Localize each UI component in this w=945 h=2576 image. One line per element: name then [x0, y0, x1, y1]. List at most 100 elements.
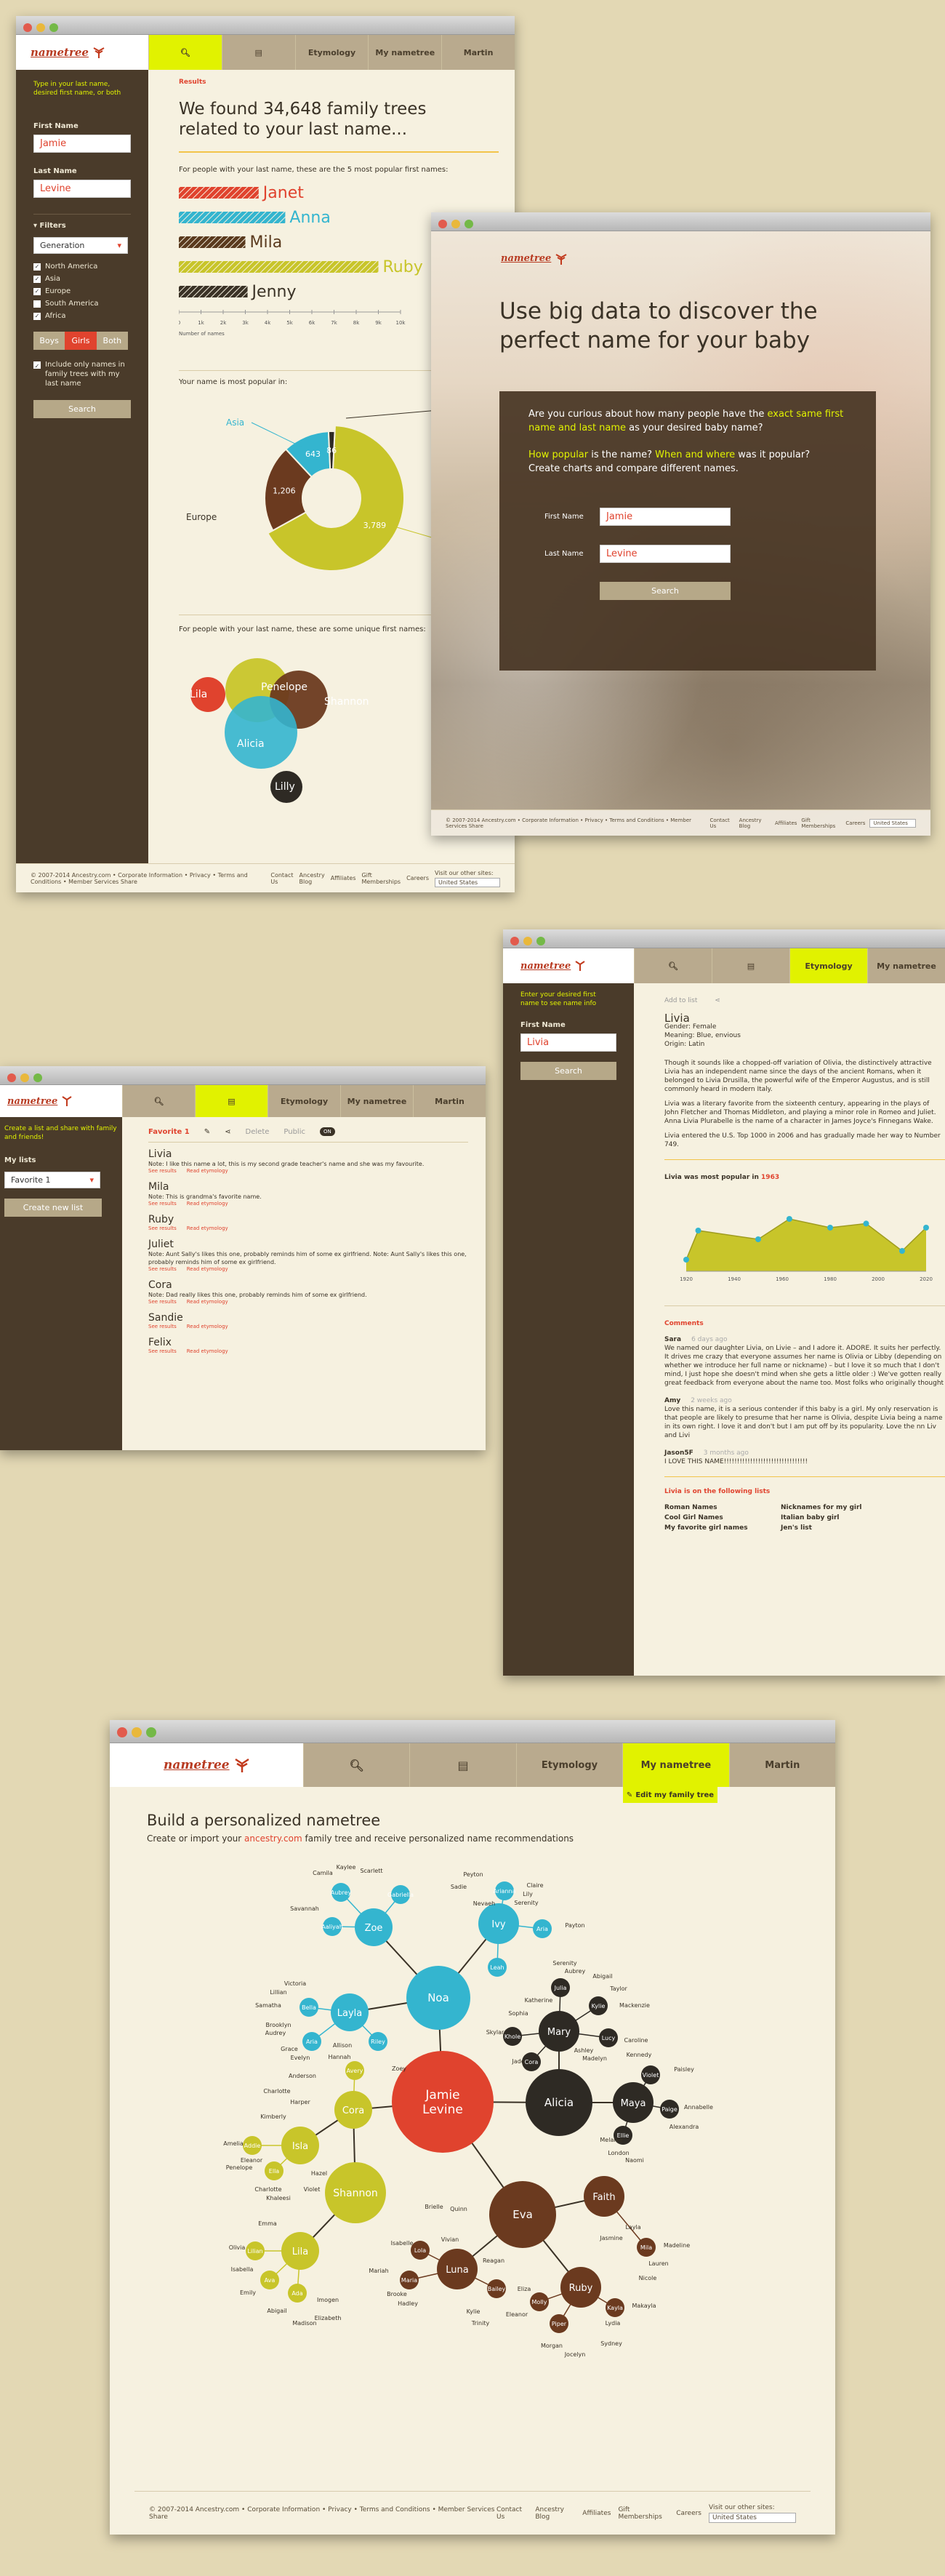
- edit-icon[interactable]: ✎: [204, 1128, 210, 1136]
- footer-link-gifts[interactable]: Gift Memberships: [801, 817, 841, 829]
- read-etymology-link[interactable]: Read etymology: [187, 1348, 228, 1354]
- region-checkbox[interactable]: [33, 300, 41, 308]
- footer-link-careers[interactable]: Careers: [845, 820, 865, 826]
- see-results-link[interactable]: See results: [148, 1225, 177, 1231]
- first-name-input[interactable]: Jamie: [600, 508, 731, 526]
- footer-link-gifts[interactable]: Gift Memberships: [361, 872, 401, 885]
- logo[interactable]: nametree: [520, 961, 587, 972]
- footer-link-gifts[interactable]: Gift Memberships: [618, 2506, 669, 2521]
- tree-label: Mila: [640, 2244, 652, 2251]
- footer-link-blog[interactable]: Ancestry Blog: [299, 872, 325, 885]
- country-select[interactable]: United States: [435, 877, 500, 887]
- see-results-link[interactable]: See results: [148, 1168, 177, 1174]
- list-tab[interactable]: ▤: [195, 1085, 268, 1117]
- footer-link-contact[interactable]: Contact Us: [710, 817, 735, 829]
- logo[interactable]: nametree: [164, 1758, 252, 1772]
- gender-girls[interactable]: Girls: [65, 332, 97, 350]
- delete-button[interactable]: Delete: [246, 1128, 270, 1136]
- footer-link-contact[interactable]: Contact Us: [496, 2506, 528, 2521]
- read-etymology-link[interactable]: Read etymology: [187, 1168, 228, 1174]
- tab-my-nametree[interactable]: My nametree: [867, 948, 945, 983]
- list-link[interactable]: Nicknames for my girl: [781, 1503, 897, 1512]
- read-etymology-link[interactable]: Read etymology: [187, 1299, 228, 1305]
- region-checkbox[interactable]: ✓: [33, 263, 41, 271]
- list-link[interactable]: My favorite girl names: [664, 1524, 781, 1532]
- list-link[interactable]: Cool Girl Names: [664, 1513, 781, 1522]
- read-etymology-link[interactable]: Read etymology: [187, 1324, 228, 1329]
- footer-copyright: © 2007-2014 Ancestry.com • Corporate Inf…: [446, 817, 692, 829]
- gender-both[interactable]: Both: [96, 332, 128, 350]
- tab-favorite-1[interactable]: Favorite 1: [148, 1128, 190, 1136]
- see-results-link[interactable]: See results: [148, 1348, 177, 1354]
- footer-link-affiliates[interactable]: Affiliates: [331, 875, 356, 881]
- footer-link-blog[interactable]: Ancestry Blog: [535, 2506, 575, 2521]
- see-results-link[interactable]: See results: [148, 1201, 177, 1207]
- footer-link-affiliates[interactable]: Affiliates: [582, 2510, 611, 2517]
- gender-boys[interactable]: Boys: [33, 332, 65, 350]
- read-etymology-link[interactable]: Read etymology: [187, 1225, 228, 1231]
- list-link[interactable]: Jen's list: [781, 1524, 897, 1532]
- ancestry-link[interactable]: ancestry.com: [244, 1833, 302, 1844]
- country-select[interactable]: United States: [709, 2512, 796, 2523]
- list-select[interactable]: Favorite 1 ▾: [4, 1172, 100, 1188]
- generation-select[interactable]: Generation ▾: [33, 237, 128, 254]
- footer-link-contact[interactable]: Contact Us: [270, 872, 293, 885]
- tab-user[interactable]: Martin: [728, 1743, 835, 1787]
- tab-user[interactable]: Martin: [413, 1085, 486, 1117]
- search-button[interactable]: Search: [33, 400, 131, 418]
- list-tab[interactable]: ▤: [712, 948, 789, 983]
- search-tab[interactable]: 🔍︎: [148, 35, 222, 70]
- edit-tree-button[interactable]: ✎ Edit my family tree: [623, 1787, 717, 1803]
- tab-etymology[interactable]: Etymology: [789, 948, 867, 983]
- tab-user[interactable]: Martin: [441, 35, 515, 70]
- add-to-list-button[interactable]: Add to list: [664, 996, 697, 1005]
- search-button[interactable]: Search: [600, 582, 731, 600]
- footer-link-affiliates[interactable]: Affiliates: [775, 820, 797, 826]
- first-name-input[interactable]: Jamie: [33, 135, 131, 153]
- read-etymology-link[interactable]: Read etymology: [187, 1266, 228, 1272]
- last-name-input[interactable]: Levine: [33, 180, 131, 198]
- tab-my-nametree[interactable]: My nametree: [368, 35, 441, 70]
- create-list-button[interactable]: Create new list: [4, 1199, 102, 1217]
- tab-etymology[interactable]: Etymology: [294, 35, 369, 70]
- tab-etymology[interactable]: Etymology: [268, 1085, 340, 1117]
- country-select[interactable]: United States: [869, 818, 916, 828]
- logo[interactable]: nametree: [7, 1096, 73, 1107]
- search-icon: 🔍︎: [153, 1096, 164, 1106]
- area-point: [683, 1257, 689, 1263]
- region-checkbox[interactable]: ✓: [33, 312, 41, 320]
- see-results-link[interactable]: See results: [148, 1299, 177, 1305]
- tab-etymology[interactable]: Etymology: [515, 1743, 622, 1787]
- list-link[interactable]: Roman Names: [664, 1503, 781, 1512]
- read-etymology-link[interactable]: Read etymology: [187, 1201, 228, 1207]
- search-button[interactable]: Search: [520, 1062, 616, 1080]
- search-tab[interactable]: 🔍︎: [303, 1743, 409, 1787]
- list-item-note: Note: Dad really likes this one, probabl…: [148, 1292, 367, 1298]
- see-results-link[interactable]: See results: [148, 1266, 177, 1272]
- footer-link-careers[interactable]: Careers: [676, 2510, 701, 2517]
- last-name-label: Last Name: [33, 167, 77, 175]
- include-only-label: Include only names in family trees with …: [45, 361, 125, 388]
- share-icon[interactable]: ⋖: [225, 1128, 230, 1136]
- search-tab[interactable]: 🔍︎: [634, 948, 712, 983]
- list-link[interactable]: Italian baby girl: [781, 1513, 897, 1522]
- logo[interactable]: nametree: [31, 46, 106, 59]
- last-name-input[interactable]: Levine: [600, 545, 731, 563]
- share-icon[interactable]: ⋖: [715, 996, 720, 1005]
- region-checkbox[interactable]: ✓: [33, 275, 41, 283]
- list-tab[interactable]: ▤: [221, 35, 295, 70]
- list-tab[interactable]: ▤: [409, 1743, 515, 1787]
- see-results-link[interactable]: See results: [148, 1324, 177, 1329]
- question-1: Are you curious about how many people ha…: [528, 409, 844, 433]
- logo[interactable]: nametree: [501, 253, 568, 265]
- filters-toggle[interactable]: ▾ Filters: [33, 222, 131, 230]
- public-toggle[interactable]: ON: [320, 1127, 335, 1136]
- first-name-input[interactable]: Livia: [520, 1033, 616, 1052]
- search-tab[interactable]: 🔍︎: [122, 1085, 195, 1117]
- tab-my-nametree[interactable]: My nametree: [622, 1743, 729, 1787]
- footer-link-careers[interactable]: Careers: [406, 875, 429, 881]
- include-only-checkbox[interactable]: ✓: [33, 361, 41, 369]
- region-checkbox[interactable]: ✓: [33, 287, 41, 295]
- footer-link-blog[interactable]: Ancestry Blog: [739, 817, 771, 829]
- tab-my-nametree[interactable]: My nametree: [340, 1085, 413, 1117]
